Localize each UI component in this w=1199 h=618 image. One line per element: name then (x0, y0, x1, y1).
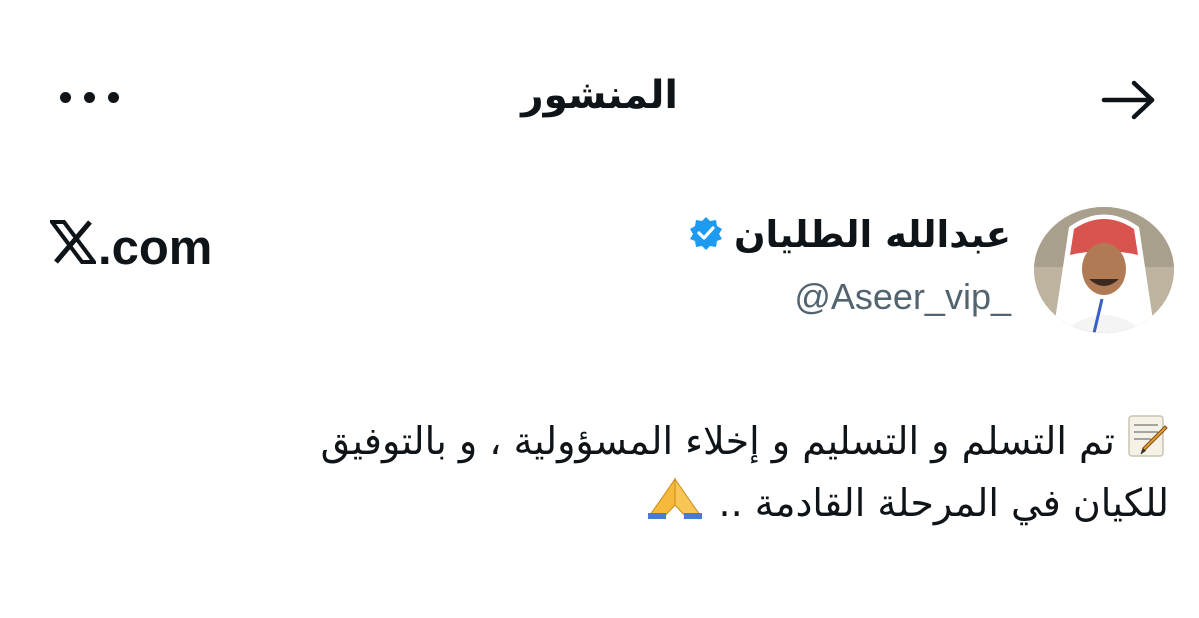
memo-emoji-icon (1127, 414, 1169, 474)
folded-hands-emoji-icon (644, 475, 706, 535)
post-text-line-2: للكيان في المرحلة القادمة .. (718, 480, 1169, 525)
top-bar: المنشور (0, 0, 1199, 190)
post-text-line-1: تم التسلم و التسليم و إخلاء المسؤولية ، … (320, 419, 1115, 463)
avatar[interactable] (1034, 207, 1174, 333)
brand-x-com[interactable]: .com (48, 220, 213, 276)
more-dots-icon[interactable] (60, 86, 126, 108)
post-line-1: تم التسلم و التسليم و إخلاء المسؤولية ، … (60, 412, 1169, 474)
site-domain: .com (98, 221, 213, 275)
x-logo-icon (48, 220, 98, 276)
author-name-row[interactable]: عبدالله الطليان (688, 213, 1011, 256)
author-name: عبدالله الطليان (733, 213, 1011, 256)
post-body: تم التسلم و التسليم و إخلاء المسؤولية ، … (60, 412, 1169, 535)
post-line-2: للكيان في المرحلة القادمة .. (60, 474, 1169, 536)
page-title: المنشور (521, 73, 678, 118)
verified-badge-icon (688, 215, 724, 255)
author-handle[interactable]: @Aseer_vip_ (794, 276, 1011, 318)
